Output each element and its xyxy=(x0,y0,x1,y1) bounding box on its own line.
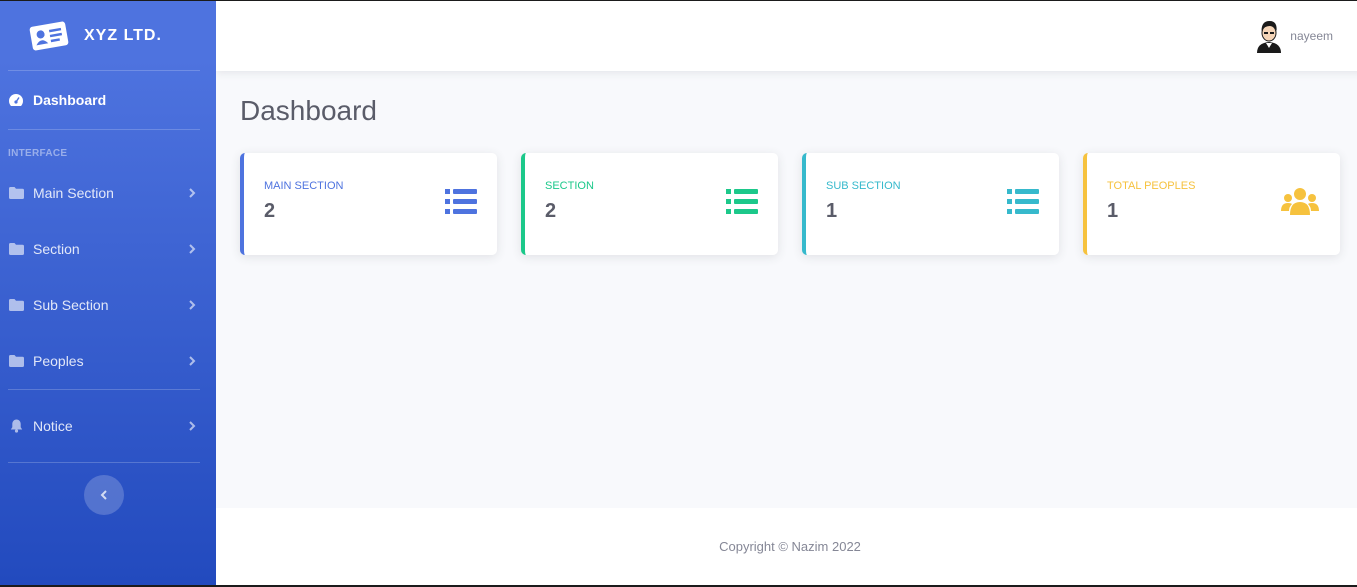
stat-card-total-peoples: TOTAL PEOPLES 1 xyxy=(1083,153,1340,255)
folder-icon xyxy=(8,354,24,368)
brand-name: XYZ LTD. xyxy=(84,26,162,44)
sidebar-item-peoples[interactable]: Peoples xyxy=(0,333,216,389)
sidebar: XYZ LTD. Dashboard INTERFACE Main Sectio… xyxy=(0,1,216,585)
folder-icon xyxy=(8,298,24,312)
chevron-left-icon xyxy=(100,490,107,500)
avatar[interactable] xyxy=(1254,19,1284,53)
sidebar-item-sub-section[interactable]: Sub Section xyxy=(0,277,216,333)
content-wrapper: nayeem Dashboard MAIN SECTION 2 SECTION … xyxy=(216,1,1357,585)
users-icon xyxy=(1281,188,1319,215)
sidebar-item-notice[interactable]: Notice xyxy=(0,390,216,462)
page-title: Dashboard xyxy=(240,95,377,126)
username[interactable]: nayeem xyxy=(1290,29,1333,43)
sidebar-item-label: Main Section xyxy=(33,185,114,201)
footer: Copyright © Nazim 2022 xyxy=(216,508,1357,585)
chevron-right-icon xyxy=(189,300,196,310)
sidebar-item-label: Peoples xyxy=(33,353,84,369)
stat-cards: MAIN SECTION 2 SECTION 2 SUB SECTION 1 T… xyxy=(240,153,1340,255)
sidebar-divider xyxy=(8,462,200,463)
sidebar-item-label: Notice xyxy=(33,418,73,434)
folder-icon xyxy=(8,186,24,200)
chevron-right-icon xyxy=(189,421,196,431)
sidebar-item-label: Sub Section xyxy=(33,297,109,313)
gauge-icon xyxy=(8,93,24,107)
stat-card-section: SECTION 2 xyxy=(521,153,778,255)
list-icon xyxy=(445,189,477,214)
main-content: Dashboard MAIN SECTION 2 SECTION 2 SUB S… xyxy=(216,71,1357,508)
stat-card-sub-section: SUB SECTION 1 xyxy=(802,153,1059,255)
topbar: nayeem xyxy=(216,1,1357,71)
id-card-icon xyxy=(29,21,69,50)
bell-icon xyxy=(8,419,24,433)
list-icon xyxy=(726,189,758,214)
sidebar-item-main-section[interactable]: Main Section xyxy=(0,165,216,221)
sidebar-item-section[interactable]: Section xyxy=(0,221,216,277)
list-icon xyxy=(1007,189,1039,214)
sidebar-toggle-button[interactable] xyxy=(84,475,124,515)
sidebar-item-label: Dashboard xyxy=(33,92,107,108)
chevron-right-icon xyxy=(189,188,196,198)
folder-icon xyxy=(8,242,24,256)
brand[interactable]: XYZ LTD. xyxy=(8,1,200,71)
app-frame: XYZ LTD. Dashboard INTERFACE Main Sectio… xyxy=(0,1,1357,585)
sidebar-heading: INTERFACE xyxy=(8,148,68,159)
sidebar-item-dashboard[interactable]: Dashboard xyxy=(0,71,216,129)
copyright-text: Copyright © Nazim 2022 xyxy=(719,539,861,554)
sidebar-item-label: Section xyxy=(33,241,80,257)
stat-card-main-section: MAIN SECTION 2 xyxy=(240,153,497,255)
chevron-right-icon xyxy=(189,356,196,366)
chevron-right-icon xyxy=(189,244,196,254)
